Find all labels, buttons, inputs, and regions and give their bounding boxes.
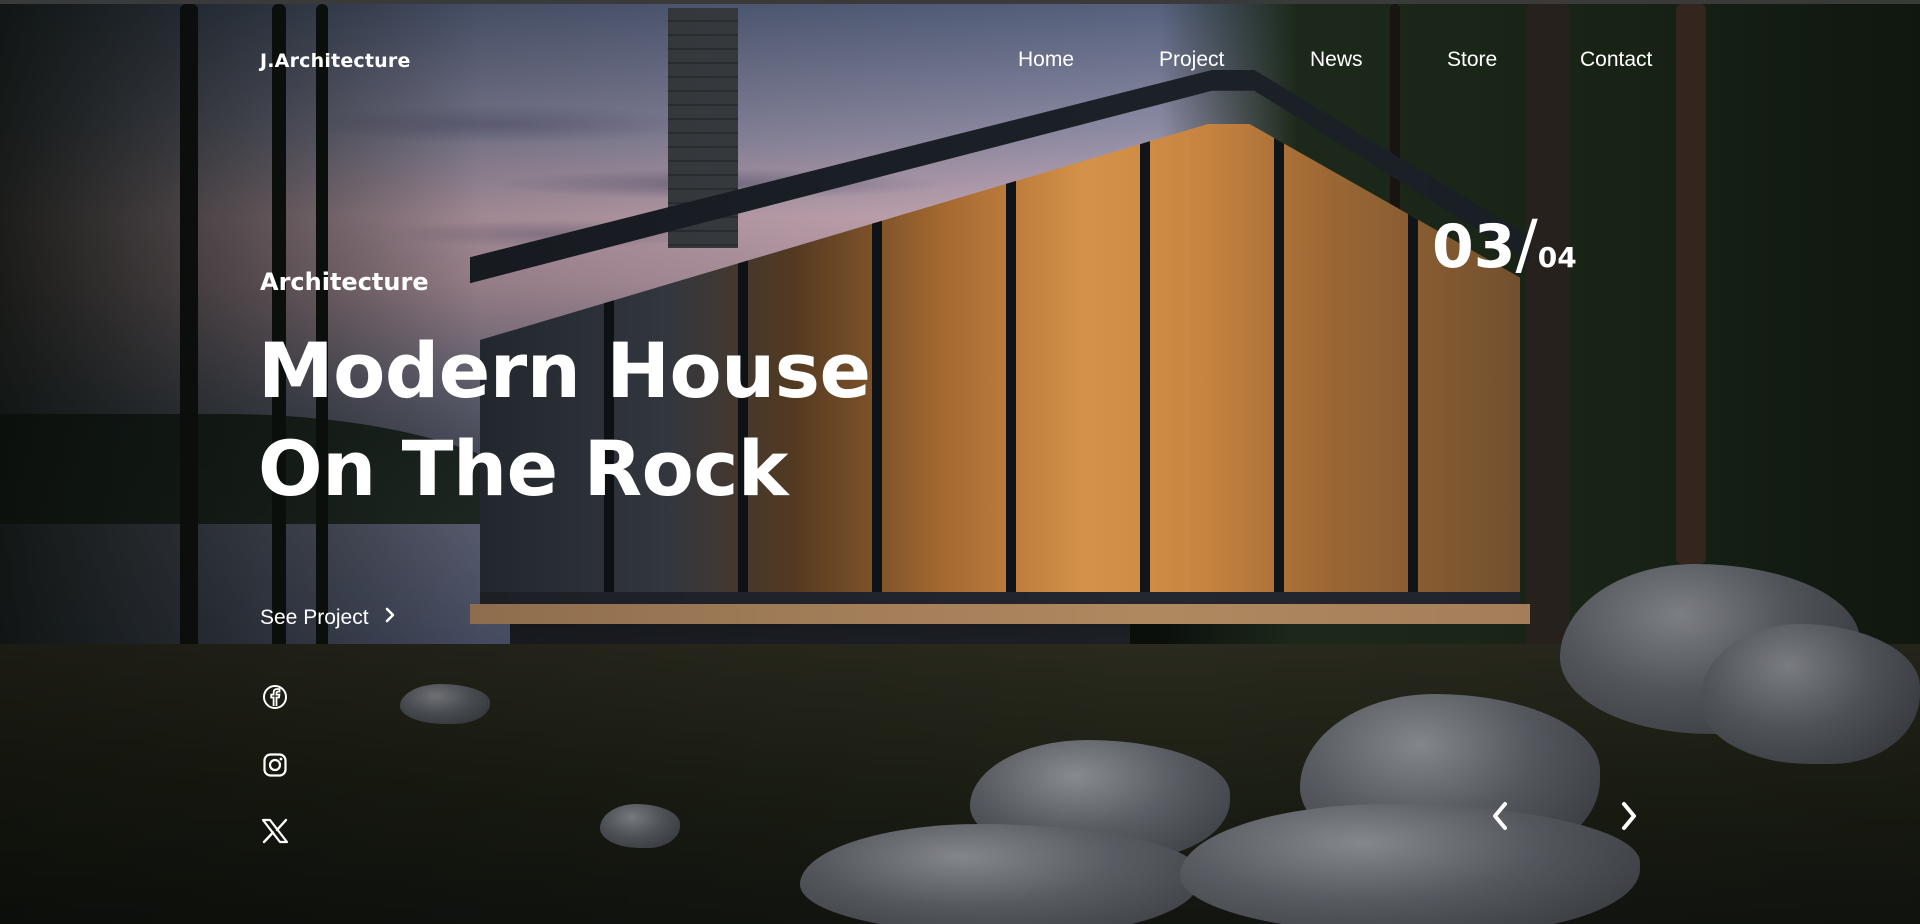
nav-item-project[interactable]: Project bbox=[1159, 48, 1224, 72]
x-twitter-icon[interactable] bbox=[258, 814, 292, 848]
hero-title-line-1: Modern House bbox=[258, 326, 871, 415]
prev-slide-button[interactable] bbox=[1478, 796, 1522, 840]
instagram-icon[interactable] bbox=[258, 748, 292, 782]
slide-current: 03 bbox=[1432, 212, 1516, 282]
nav-item-store[interactable]: Store bbox=[1447, 48, 1497, 72]
slide-counter: 03/04 bbox=[1432, 206, 1577, 283]
see-project-button[interactable]: See Project bbox=[260, 606, 397, 630]
next-slide-button[interactable] bbox=[1607, 796, 1651, 840]
slide-total: 04 bbox=[1537, 241, 1577, 274]
nav-item-home[interactable]: Home bbox=[1018, 48, 1074, 72]
chevron-right-icon bbox=[1617, 798, 1641, 838]
chevron-left-icon bbox=[1488, 798, 1512, 838]
see-project-label: See Project bbox=[260, 606, 369, 629]
slide-separator: / bbox=[1515, 206, 1538, 283]
facebook-icon[interactable] bbox=[258, 680, 292, 714]
top-nav: J.Architecture Home Project News Store C… bbox=[0, 4, 1920, 114]
chevron-right-icon bbox=[383, 606, 397, 630]
hero-title: Modern House On The Rock bbox=[258, 322, 871, 518]
hero-category: Architecture bbox=[260, 268, 429, 296]
nav-item-contact[interactable]: Contact bbox=[1580, 48, 1652, 72]
hero-slide: J.Architecture Home Project News Store C… bbox=[0, 0, 1920, 924]
hero-title-line-2: On The Rock bbox=[258, 424, 788, 513]
brand-logo[interactable]: J.Architecture bbox=[260, 50, 411, 72]
nav-item-news[interactable]: News bbox=[1310, 48, 1363, 72]
